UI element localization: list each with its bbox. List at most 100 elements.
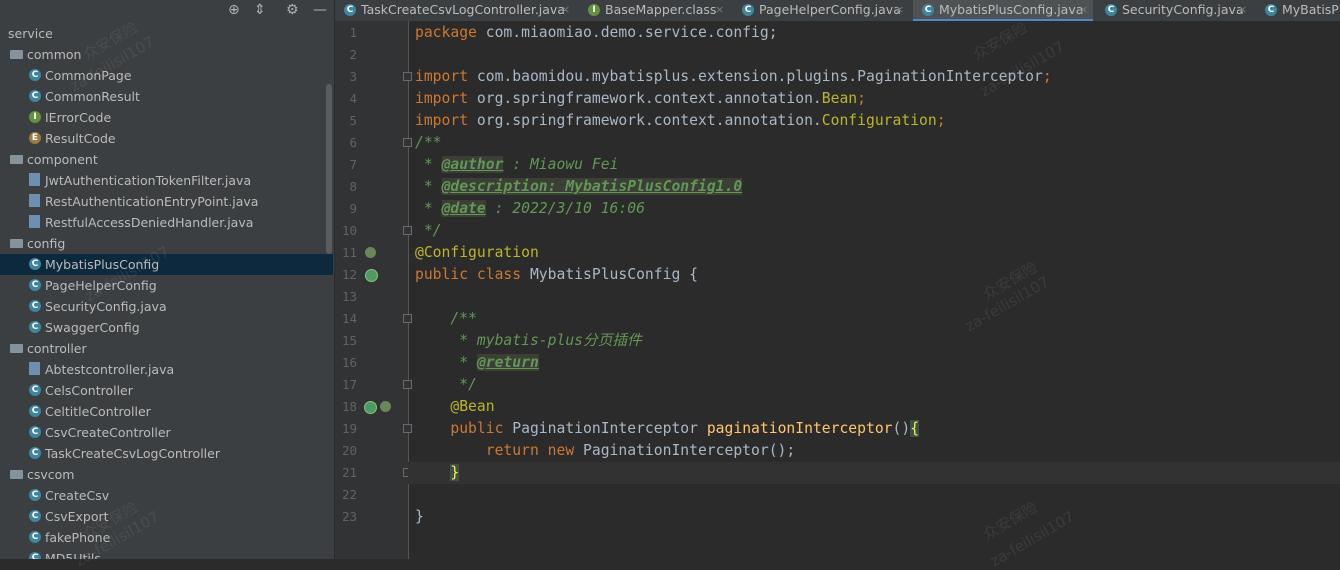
tree-item[interactable]: C CommonPage: [0, 65, 333, 86]
tree-item-label: component: [27, 152, 98, 167]
code-line-18: @Bean: [415, 398, 495, 415]
class-icon: C: [922, 4, 934, 16]
project-panel: ⊕ ⇕ ⚙ — service common C CommonPage C Common…: [0, 0, 335, 559]
fold-marker[interactable]: [403, 380, 412, 389]
tree-item[interactable]: C CsvCreateController: [0, 422, 333, 443]
code-line-20: return new PaginationInterceptor();: [415, 442, 796, 459]
class-icon: C: [1265, 4, 1277, 16]
tree-item-label: CommonPage: [45, 68, 132, 83]
interface-icon: I: [588, 4, 600, 16]
tree-item-label: fakePhone: [45, 530, 111, 545]
line-number: 6: [349, 135, 357, 150]
tree-item-label: controller: [27, 341, 87, 356]
code-line-21-current: }: [408, 462, 1340, 484]
tree-folder[interactable]: csvcom: [0, 464, 333, 485]
hide-panel-icon[interactable]: —: [313, 1, 327, 19]
collapse-all-icon[interactable]: ⇕: [254, 1, 266, 19]
gutter: 1 2 3 4 5 6 7 8 9 10 11 12 13 14 15 16 17 18 19 20 21 22 23: [335, 21, 412, 559]
tree-item-label: CsvCreateController: [45, 425, 171, 440]
code-editor[interactable]: 1 2 3 4 5 6 7 8 9 10 11 12 13 14 15 16 17 18 19 20 21 22 23 pa…: [335, 21, 1340, 559]
tree-item-label: TaskCreateCsvLogController: [45, 446, 220, 461]
tree-scrollbar[interactable]: [326, 84, 332, 254]
line-number: 22: [341, 487, 357, 502]
tree-item-label: common: [27, 47, 82, 62]
java-file-icon: [29, 194, 40, 207]
class-icon: C: [29, 447, 41, 459]
line-number: 12: [341, 267, 357, 282]
fold-marker[interactable]: [403, 138, 412, 147]
run-config-icon[interactable]: [365, 269, 378, 282]
tree-item[interactable]: CfakePhone: [0, 527, 333, 548]
line-number: 16: [341, 355, 357, 370]
line-number: 1: [349, 25, 357, 40]
editor-tab[interactable]: C MybatisPlusConfig.java ×: [913, 0, 1093, 21]
code-line-7: * @author : Miaowu Fei: [415, 156, 619, 173]
settings-icon[interactable]: ⚙: [286, 1, 299, 19]
tree-item[interactable]: RestAuthenticationEntryPoint.java: [0, 191, 333, 212]
code-line-6: /**: [415, 134, 442, 151]
run-config-icon[interactable]: [364, 401, 377, 414]
tree-folder[interactable]: common: [0, 44, 333, 65]
line-number: 13: [341, 289, 357, 304]
fold-marker[interactable]: [403, 72, 412, 81]
tree-folder[interactable]: config: [0, 233, 333, 254]
tree-item[interactable]: C CsvExport: [0, 506, 333, 527]
close-tab-icon[interactable]: ×: [1079, 0, 1088, 20]
class-icon: C: [29, 258, 41, 270]
class-icon: C: [29, 489, 41, 501]
tree-item[interactable]: I IErrorCode: [0, 107, 333, 128]
tree-folder[interactable]: controller: [0, 338, 333, 359]
tree-item-label: RestAuthenticationEntryPoint.java: [45, 194, 259, 209]
line-number: 17: [341, 377, 357, 392]
folder-icon: [10, 50, 23, 59]
fold-marker[interactable]: [403, 226, 412, 235]
locate-icon[interactable]: ⊕: [228, 1, 240, 19]
editor-tab[interactable]: C PageHelperConfig.java ×: [733, 0, 909, 21]
fold-marker[interactable]: [403, 424, 412, 433]
class-icon: C: [29, 552, 41, 559]
tree-item[interactable]: C TaskCreateCsvLogController: [0, 443, 333, 464]
java-file-icon: [29, 173, 40, 186]
close-tab-icon[interactable]: ×: [895, 0, 904, 20]
tree-item[interactable]: C MybatisPlusConfig: [0, 254, 333, 275]
class-icon: C: [29, 510, 41, 522]
close-tab-icon[interactable]: ×: [1238, 0, 1247, 20]
tree-item[interactable]: JwtAuthenticationTokenFilter.java: [0, 170, 333, 191]
editor-tab[interactable]: C MyBatisPl: [1256, 0, 1340, 21]
tree-item-label: CeltitleController: [45, 404, 151, 419]
editor-tabs: C TaskCreateCsvLogController.java × I BaseMa…: [335, 0, 1340, 21]
tree-item[interactable]: Abtestcontroller.java: [0, 359, 333, 380]
spring-bean-icon[interactable]: [380, 401, 391, 412]
tree-item[interactable]: C CommonResult: [0, 86, 333, 107]
tree-item[interactable]: C PageHelperConfig: [0, 275, 333, 296]
tab-label: PageHelperConfig.java: [759, 2, 901, 17]
spring-bean-icon[interactable]: [365, 247, 376, 258]
close-tab-icon[interactable]: ×: [561, 0, 570, 20]
line-number: 8: [349, 179, 357, 194]
code-line-17: */: [415, 376, 477, 393]
tree-item[interactable]: C CreateCsv: [0, 485, 333, 506]
line-number: 23: [341, 509, 357, 524]
tree-root-label: service: [8, 26, 53, 41]
class-icon: C: [29, 90, 41, 102]
tree-folder[interactable]: component: [0, 149, 333, 170]
tree-item[interactable]: C CeltitleController: [0, 401, 333, 422]
editor-tab[interactable]: C TaskCreateCsvLogController.java ×: [335, 0, 575, 21]
line-number: 14: [341, 311, 357, 326]
tree-item[interactable]: C SecurityConfig.java: [0, 296, 333, 317]
close-tab-icon[interactable]: ×: [715, 0, 724, 20]
editor-tab[interactable]: I BaseMapper.class ×: [579, 0, 729, 21]
tree-item[interactable]: C SwaggerConfig: [0, 317, 333, 338]
tree-item[interactable]: RestfulAccessDeniedHandler.java: [0, 212, 333, 233]
tree-item[interactable]: C CelsController: [0, 380, 333, 401]
editor-tab[interactable]: C SecurityConfig.java ×: [1096, 0, 1252, 21]
tree-root[interactable]: service: [0, 23, 333, 44]
code-line-15: * mybatis-plus分页插件: [415, 332, 642, 349]
fold-marker[interactable]: [403, 314, 412, 323]
tree-item[interactable]: E ResultCode: [0, 128, 333, 149]
tree-item-label: CreateCsv: [45, 488, 110, 503]
tab-label: SecurityConfig.java: [1122, 2, 1244, 17]
tree-item[interactable]: C MD5Utils: [0, 548, 333, 559]
line-number: 4: [349, 91, 357, 106]
tree-item-label: PageHelperConfig: [45, 278, 157, 293]
